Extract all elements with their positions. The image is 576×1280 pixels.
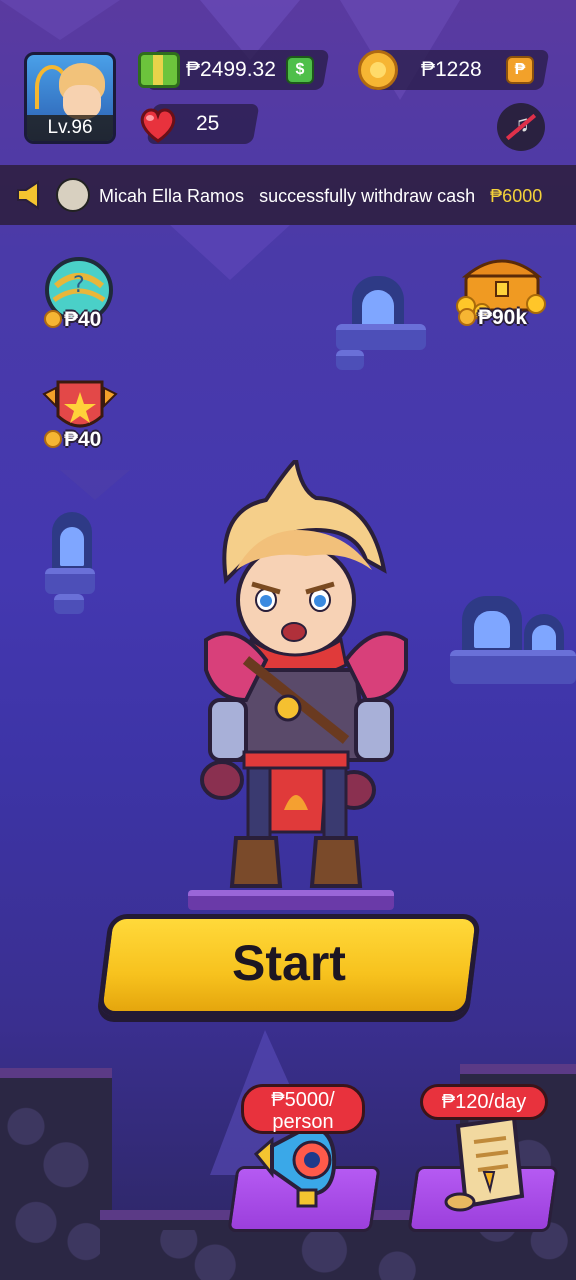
notice-user-name: Micah Ella Ramos <box>99 186 245 206</box>
bg-ledge <box>336 350 364 370</box>
egg-price: ₱40 <box>44 308 101 332</box>
coin-icon <box>44 430 62 448</box>
cash-icon <box>138 52 180 88</box>
cash-add-button[interactable]: $ <box>286 56 314 84</box>
coin-icon <box>358 50 398 90</box>
coin-icon <box>458 308 476 326</box>
notice-amount: ₱6000 <box>490 186 543 206</box>
lives-count: 25 <box>196 112 220 135</box>
avatar-face <box>63 85 101 119</box>
music-muted-icon[interactable] <box>497 103 545 151</box>
coin-icon <box>44 310 62 328</box>
ground-left <box>0 1068 112 1280</box>
hero-platform <box>188 890 394 910</box>
invite-reward-unit: person <box>272 1111 334 1133</box>
heart-icon <box>140 108 176 143</box>
hero-character <box>200 460 408 888</box>
coin-add-button[interactable]: ₱ <box>506 56 534 84</box>
svg-text:?: ? <box>73 273 85 298</box>
scroll-icon[interactable] <box>444 1112 534 1216</box>
treasure-chest-item[interactable]: ₱90k <box>456 248 548 332</box>
shield-price: ₱40 <box>44 428 101 452</box>
start-button-label[interactable]: Start <box>103 930 475 996</box>
bg-ledge <box>450 650 576 684</box>
shield-price-text: ₱40 <box>64 428 102 451</box>
notice-user-avatar <box>56 178 90 212</box>
bg-window <box>52 512 92 572</box>
shield-item[interactable]: ₱40 <box>40 376 120 456</box>
daily-reward-bubble: ₱120/day <box>420 1084 548 1120</box>
egg-item[interactable]: ? ₱40 <box>42 252 116 332</box>
speaker-icon <box>17 180 39 210</box>
bg-window <box>462 596 522 654</box>
egg-price-text: ₱40 <box>64 308 102 331</box>
chest-price-text: ₱90k <box>478 306 528 329</box>
cash-amount: ₱2499.32 <box>186 58 276 81</box>
daily-reward-amount: ₱120/day <box>441 1091 527 1113</box>
chest-price: ₱90k <box>458 306 527 330</box>
bg-ledge <box>336 324 426 350</box>
coin-amount: ₱1228 <box>421 58 482 81</box>
player-avatar[interactable]: Lv.96 <box>24 52 116 144</box>
invite-reward-amount: ₱5000/ <box>271 1089 335 1111</box>
player-level: Lv.96 <box>27 115 113 141</box>
notice-action: successfully withdraw cash <box>259 186 476 206</box>
bg-ledge <box>54 594 84 614</box>
invite-reward-bubble: ₱5000/ person <box>241 1084 365 1134</box>
notice-message: Micah Ella Ramos successfully withdraw c… <box>99 184 542 208</box>
bg-ledge <box>45 568 95 594</box>
